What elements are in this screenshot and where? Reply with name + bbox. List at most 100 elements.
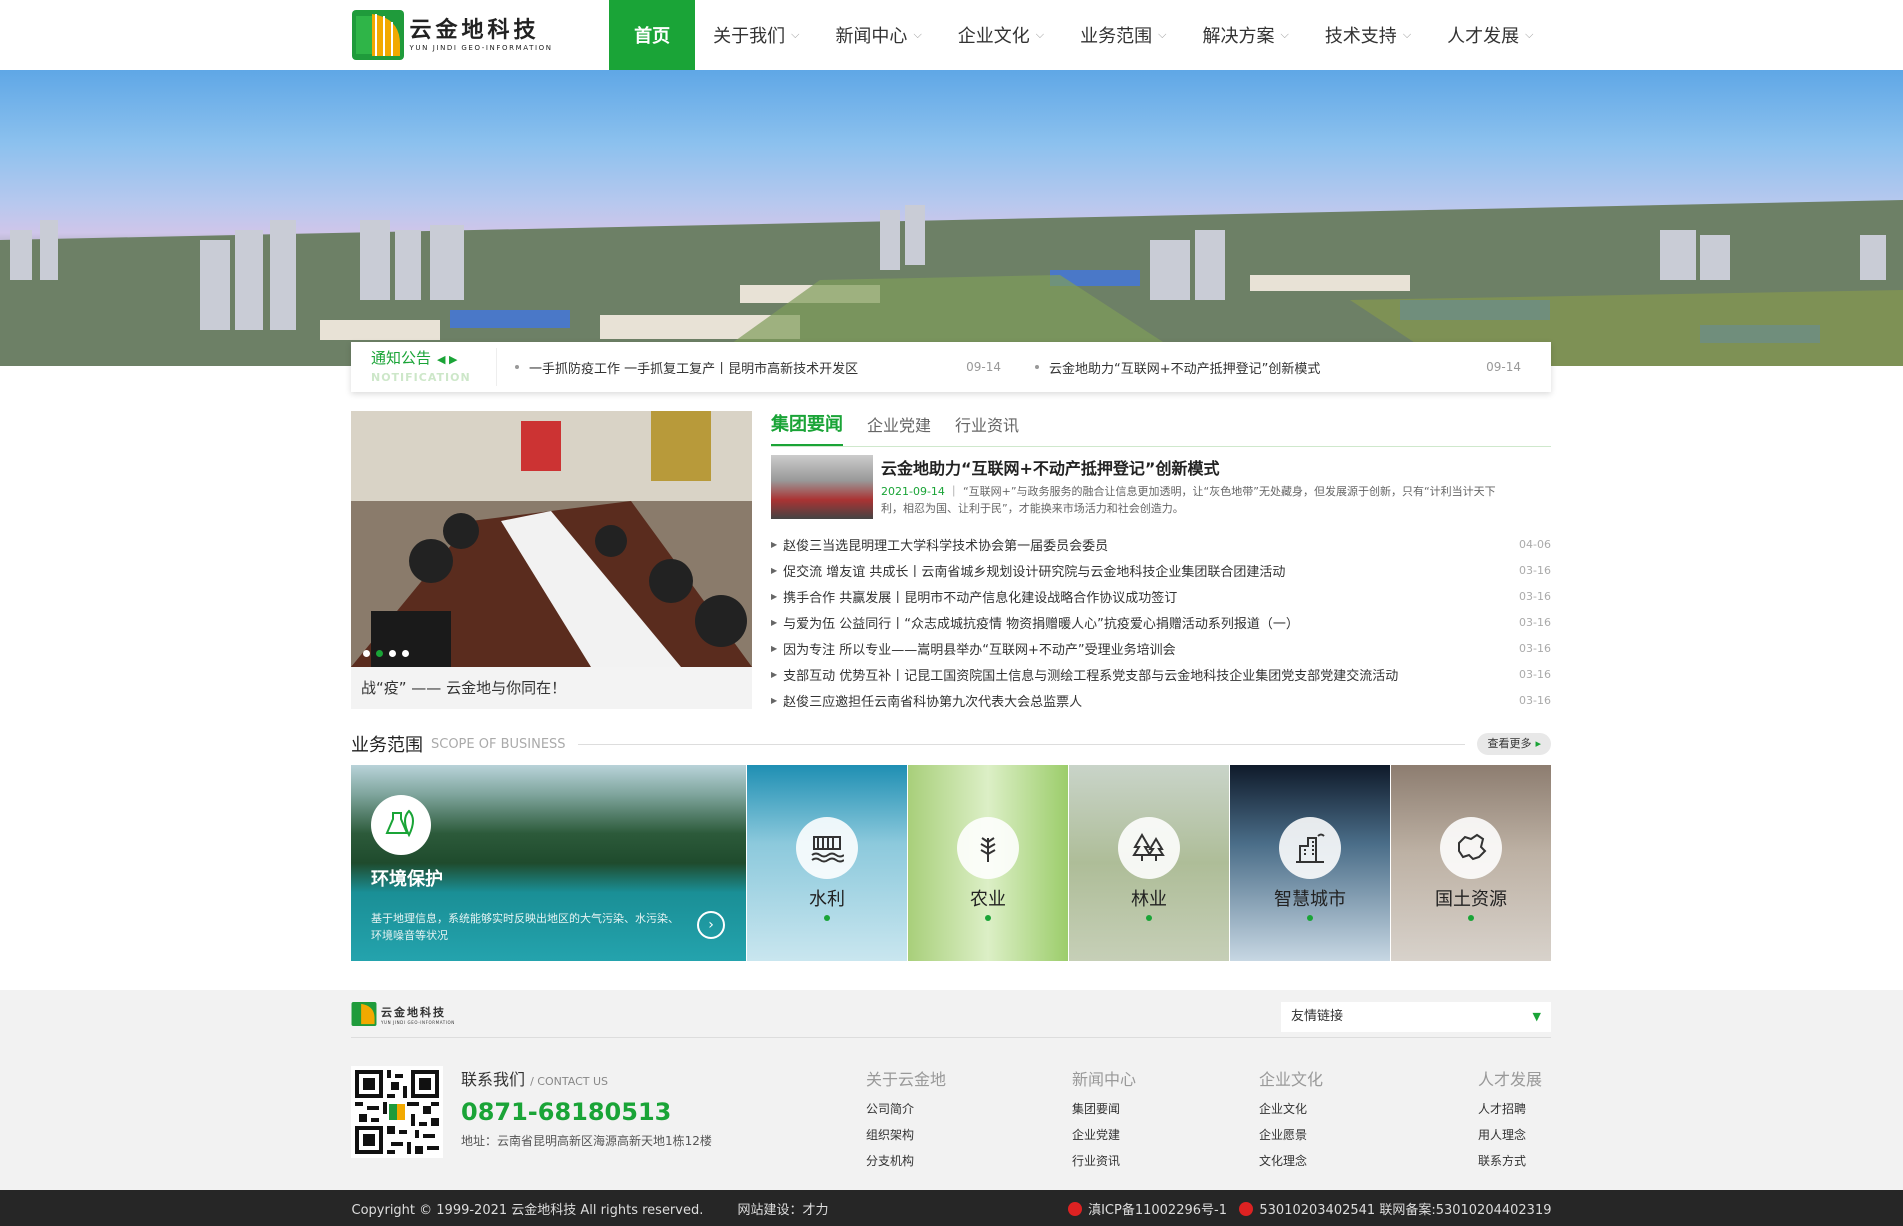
list-item[interactable]: ▶ 赵俊三当选昆明理工大学科学技术协会第一届委员会委员 04-06 xyxy=(771,531,1551,557)
site-builder-link[interactable]: 网站建设：才力 xyxy=(738,1203,829,1218)
view-more-button[interactable]: 查看更多 ▸ xyxy=(1477,733,1551,755)
nav-culture[interactable]: 企业文化 ⌵ xyxy=(940,0,1062,70)
prev-next-arrows-icon[interactable]: ◀ ▶ xyxy=(437,353,457,366)
view-more-label: 查看更多 xyxy=(1487,737,1532,750)
list-item[interactable]: ▶ 因为专注 所以专业——嵩明县举办“互联网+不动产”受理业务培训会 03-16 xyxy=(771,635,1551,661)
list-item-date: 03-16 xyxy=(1519,667,1551,681)
footer-link[interactable]: 分支机构 xyxy=(866,1148,946,1174)
business-card-environment[interactable]: 环境保护 基于地理信息，系统能够实时反映出地区的大气污染、水污染、环境噪音等状况… xyxy=(351,765,746,961)
brand-name-en: YUN JINDI GEO-INFORMATION xyxy=(409,44,553,52)
nav-home[interactable]: 首页 xyxy=(609,0,696,70)
list-item-title: 携手合作 共赢发展丨昆明市不动产信息化建设战略合作协议成功签订 xyxy=(783,590,1178,606)
list-item[interactable]: ▶ 携手合作 共赢发展丨昆明市不动产信息化建设战略合作协议成功签订 03-16 xyxy=(771,583,1551,609)
indicator-dot xyxy=(985,915,991,921)
list-item[interactable]: ▶ 与爱为伍 公益同行丨“众志成城抗疫情 物资捐赠暖人心”抗疫爱心捐赠活动系列报道… xyxy=(771,609,1551,635)
nav-talent[interactable]: 人才发展 ⌵ xyxy=(1429,0,1551,70)
tab-industry[interactable]: 行业资讯 xyxy=(955,412,1019,446)
business-cards: 环境保护 基于地理信息，系统能够实时反映出地区的大气污染、水污染、环境噪音等状况… xyxy=(351,765,1551,961)
chevron-right-icon: ▸ xyxy=(1535,737,1541,750)
tab-party[interactable]: 企业党建 xyxy=(867,412,931,446)
notice-item[interactable]: 云金地助力“互联网+不动产抵押登记”创新模式 09-14 xyxy=(1017,358,1537,377)
nav-news[interactable]: 新闻中心 ⌵ xyxy=(817,0,939,70)
chevron-down-icon: ⌵ xyxy=(791,28,800,41)
hero-banner xyxy=(0,70,1903,366)
smart-building-icon xyxy=(1279,817,1341,879)
arrow-right-icon: ▶ xyxy=(771,669,778,679)
footer-col-title[interactable]: 关于云金地 xyxy=(866,1066,946,1090)
footer-link[interactable]: 企业愿景 xyxy=(1259,1122,1323,1148)
footer-col-title[interactable]: 企业文化 xyxy=(1259,1066,1323,1090)
arrow-right-icon: ▶ xyxy=(771,565,778,575)
notice-subtitle: NOTIFICATION xyxy=(371,371,471,384)
footer-link[interactable]: 用人理念 xyxy=(1478,1122,1542,1148)
police-record-link[interactable]: 53010203402541 联网备案:53010204402319 xyxy=(1259,1203,1551,1218)
business-card-name: 农业 xyxy=(970,889,1006,910)
footer-link[interactable]: 集团要闻 xyxy=(1072,1096,1136,1122)
tab-group-news[interactable]: 集团要闻 xyxy=(771,410,843,446)
notice-bar: 通知公告 ◀ ▶ NOTIFICATION 一手抓防疫工作 一手抓复工复产丨昆明市… xyxy=(351,342,1551,392)
list-item[interactable]: ▶ 赵俊三应邀担任云南省科协第九次代表大会总监票人 03-16 xyxy=(771,687,1551,713)
business-card-agriculture[interactable]: 农业 xyxy=(907,765,1068,961)
footer-link[interactable]: 人才招聘 xyxy=(1478,1096,1542,1122)
nav-business[interactable]: 业务范围 ⌵ xyxy=(1062,0,1184,70)
business-card-smart-city[interactable]: 智慧城市 xyxy=(1229,765,1390,961)
list-item[interactable]: ▶ 促交流 增友谊 共成长丨云南省城乡规划设计研究院与云金地科技企业集团联合团建活… xyxy=(771,557,1551,583)
nav-label: 企业文化 xyxy=(957,26,1030,47)
news-section: 战“疫” —— 云金地与你同在！ 集团要闻 企业党建 行业资讯 云金地助力“互联… xyxy=(351,411,1551,711)
business-card-desc: 基于地理信息，系统能够实时反映出地区的大气污染、水污染、环境噪音等状况 xyxy=(371,912,679,942)
footer-link[interactable]: 组织架构 xyxy=(866,1122,946,1148)
contact-block: 联系我们 / CONTACT US 0871-68180513 地址：云南省昆明… xyxy=(461,1066,712,1149)
slider-dots[interactable] xyxy=(363,650,409,657)
featured-news-image xyxy=(771,455,873,519)
site-logo[interactable]: 云金地科技 YUN JINDI GEO-INFORMATION xyxy=(351,10,610,60)
list-item-title: 促交流 增友谊 共成长丨云南省城乡规划设计研究院与云金地科技企业集团联合团建活动 xyxy=(783,564,1286,580)
featured-news[interactable]: 云金地助力“互联网+不动产抵押登记”创新模式 2021-09-14 ｜ “互联网… xyxy=(771,455,1551,519)
logo-mark-icon xyxy=(351,10,404,60)
copyright-text: Copyright © 1999-2021 云金地科技 All rights r… xyxy=(351,1202,704,1218)
photo-slider[interactable]: 战“疫” —— 云金地与你同在！ xyxy=(351,411,752,709)
business-card-water[interactable]: 水利 xyxy=(746,765,907,961)
nav-solutions[interactable]: 解决方案 ⌵ xyxy=(1184,0,1306,70)
footer-link[interactable]: 文化理念 xyxy=(1259,1148,1323,1174)
business-card-land[interactable]: 国土资源 xyxy=(1390,765,1551,961)
list-item-title: 支部互动 优势互补丨记昆工国资院国土信息与测绘工程系党支部与云金地科技企业集团党… xyxy=(783,668,1399,684)
list-item-date: 03-16 xyxy=(1519,615,1551,629)
footer-link[interactable]: 行业资讯 xyxy=(1072,1148,1136,1174)
footer-link[interactable]: 公司简介 xyxy=(866,1096,946,1122)
arrow-right-circle-icon[interactable]: › xyxy=(697,911,725,939)
featured-news-meta: 2021-09-14 ｜ “互联网+”与政务服务的融合让信息更加透明，让“灰色地… xyxy=(881,485,1496,515)
copyright-bar: Copyright © 1999-2021 云金地科技 All rights r… xyxy=(0,1190,1903,1226)
business-card-forestry[interactable]: 林业 xyxy=(1068,765,1229,961)
nav-label: 关于我们 xyxy=(713,26,786,47)
site-header: 云金地科技 YUN JINDI GEO-INFORMATION 首页 关于我们 ⌵… xyxy=(0,0,1903,70)
notice-text: 一手抓防疫工作 一手抓复工复产丨昆明市高新技术开发区 xyxy=(529,361,859,377)
nav-support[interactable]: 技术支持 ⌵ xyxy=(1307,0,1429,70)
nav-label: 新闻中心 xyxy=(835,26,908,47)
indicator-dot xyxy=(824,915,830,921)
arrow-right-icon: ▶ xyxy=(771,539,778,549)
footer-brand-name-en: YUN JINDI GEO-INFORMATION xyxy=(381,1019,455,1025)
trees-icon xyxy=(1118,817,1180,879)
wheat-icon xyxy=(957,817,1019,879)
footer-link[interactable]: 企业党建 xyxy=(1072,1122,1136,1148)
contact-title: 联系我们 xyxy=(461,1070,526,1089)
footer-col-title[interactable]: 人才发展 xyxy=(1478,1066,1542,1090)
contact-phone[interactable]: 0871-68180513 xyxy=(461,1098,712,1126)
list-item[interactable]: ▶ 支部互动 优势互补丨记昆工国资院国土信息与测绘工程系党支部与云金地科技企业集团… xyxy=(771,661,1551,687)
site-footer: 云金地科技 YUN JINDI GEO-INFORMATION 友情链接 ▼ 联… xyxy=(0,990,1903,1190)
icp-link[interactable]: 滇ICP备11002296号-1 xyxy=(1088,1203,1227,1218)
business-card-name: 国土资源 xyxy=(1435,889,1507,910)
notice-item[interactable]: 一手抓防疫工作 一手抓复工复产丨昆明市高新技术开发区 09-14 xyxy=(497,358,1017,377)
friend-links-select[interactable]: 友情链接 ▼ xyxy=(1281,1002,1551,1032)
featured-news-title[interactable]: 云金地助力“互联网+不动产抵押登记”创新模式 xyxy=(881,455,1219,479)
nav-label: 解决方案 xyxy=(1202,26,1275,47)
china-map-icon xyxy=(1440,817,1502,879)
footer-logo[interactable]: 云金地科技 YUN JINDI GEO-INFORMATION xyxy=(351,1002,455,1026)
footer-col-title[interactable]: 新闻中心 xyxy=(1072,1066,1136,1090)
footer-brand-name: 云金地科技 xyxy=(381,1005,446,1019)
footer-link[interactable]: 联系方式 xyxy=(1478,1148,1542,1174)
notice-header: 通知公告 ◀ ▶ NOTIFICATION xyxy=(351,348,497,386)
footer-link[interactable]: 企业文化 xyxy=(1259,1096,1323,1122)
nav-about[interactable]: 关于我们 ⌵ xyxy=(695,0,817,70)
arrow-right-icon: ▶ xyxy=(771,695,778,705)
